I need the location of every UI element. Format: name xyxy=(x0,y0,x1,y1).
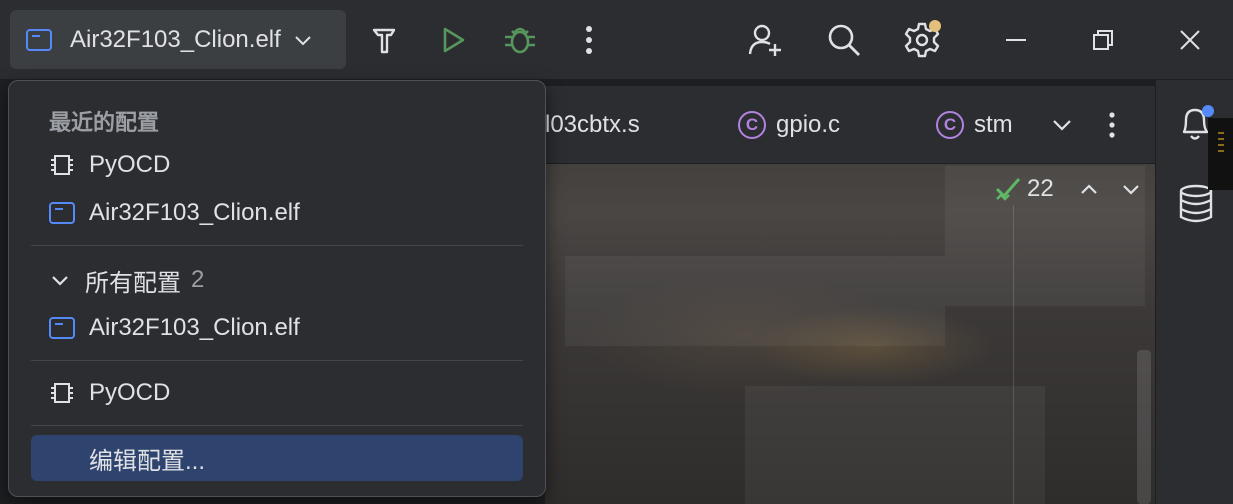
c-file-icon: C xyxy=(738,111,766,139)
edit-configurations-label: 编辑配置... xyxy=(89,447,206,475)
config-item-pyocd[interactable]: PyOCD xyxy=(31,142,523,188)
chevron-down-icon[interactable] xyxy=(1120,178,1142,200)
app-config-icon xyxy=(49,202,75,224)
recent-configs-title: 最近的配置 xyxy=(49,110,160,135)
all-configs-toggle[interactable]: 所有配置 2 xyxy=(31,257,523,303)
tab-stm[interactable]: C stm xyxy=(936,86,1013,164)
inspection-widget[interactable]: 22 xyxy=(995,175,1142,203)
chevron-down-icon xyxy=(295,35,311,45)
check-double-icon xyxy=(995,178,1021,201)
edit-configurations-item[interactable]: 编辑配置... xyxy=(31,435,523,481)
c-file-icon: C xyxy=(936,111,964,139)
all-configs-count: 2 xyxy=(191,266,205,293)
app-config-icon xyxy=(26,28,52,51)
inspection-count: 22 xyxy=(1027,175,1054,202)
add-user-icon[interactable] xyxy=(743,18,787,62)
config-item-air32f103[interactable]: Air32F103_Clion.elf xyxy=(31,190,523,236)
config-label: Air32F103_Clion.elf xyxy=(89,314,300,341)
minimize-icon[interactable] xyxy=(994,18,1038,62)
divider xyxy=(31,425,523,426)
tab-label: gpio.c xyxy=(776,111,841,138)
run-icon[interactable] xyxy=(431,18,475,62)
chevron-up-icon[interactable] xyxy=(1078,178,1100,200)
run-config-selector[interactable]: Air32F103_Clion.elf xyxy=(10,10,346,69)
error-stripe xyxy=(1208,118,1233,190)
more-vertical-icon[interactable] xyxy=(1108,86,1116,164)
settings-badge xyxy=(929,20,941,32)
chip-icon xyxy=(51,155,73,175)
tab-label: stm xyxy=(974,111,1013,138)
restore-icon[interactable] xyxy=(1081,18,1125,62)
editor-tab-bar: l03cbtx.s C gpio.c C stm xyxy=(545,86,1155,164)
right-margin-guide xyxy=(1013,205,1014,504)
run-config-dropdown: 最近的配置 PyOCD Air32F103_Clion.elf 所有配置 2 A… xyxy=(8,80,546,497)
search-icon[interactable] xyxy=(822,18,866,62)
divider xyxy=(31,245,523,246)
title-bar: Air32F103_Clion.elf xyxy=(0,0,1233,80)
all-configs-title: 所有配置 xyxy=(85,269,181,297)
hammer-icon[interactable] xyxy=(363,18,407,62)
editor-scrollbar[interactable] xyxy=(1137,350,1151,504)
tab-gpio[interactable]: C gpio.c xyxy=(738,86,840,164)
tab-label: l03cbtx.s xyxy=(545,111,640,138)
config-item-pyocd-other[interactable]: PyOCD xyxy=(31,370,523,416)
close-icon[interactable] xyxy=(1168,18,1212,62)
gear-icon[interactable] xyxy=(900,18,944,62)
tab-startup[interactable]: l03cbtx.s xyxy=(545,86,640,164)
config-label: PyOCD xyxy=(89,379,171,406)
chip-icon xyxy=(51,383,73,403)
more-vertical-icon[interactable] xyxy=(567,18,611,62)
run-config-label: Air32F103_Clion.elf xyxy=(70,25,281,53)
app-config-icon xyxy=(49,317,75,339)
debug-icon[interactable] xyxy=(498,18,542,62)
config-label: Air32F103_Clion.elf xyxy=(89,199,300,226)
chevron-down-icon[interactable] xyxy=(1050,86,1074,164)
chevron-down-icon xyxy=(52,276,68,286)
database-icon[interactable] xyxy=(1178,184,1214,229)
config-item-air32f103-all[interactable]: Air32F103_Clion.elf xyxy=(31,305,523,351)
divider xyxy=(31,360,523,361)
config-label: PyOCD xyxy=(89,151,171,178)
